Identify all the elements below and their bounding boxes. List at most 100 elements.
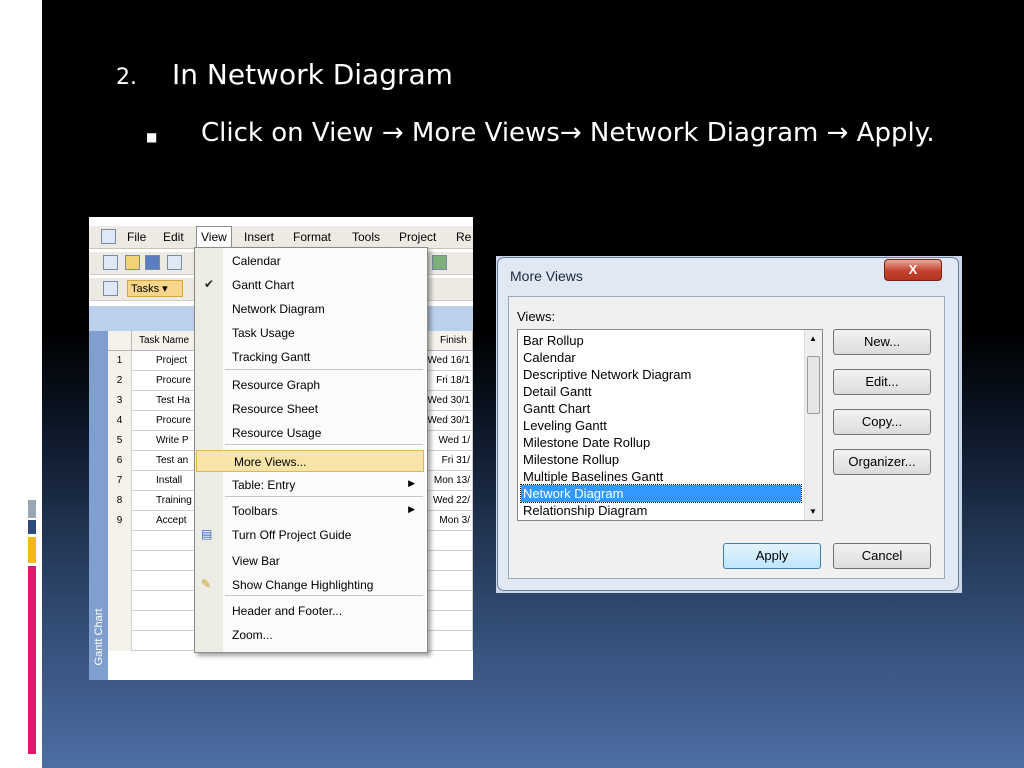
- menu-item-label: Network Diagram: [232, 302, 325, 316]
- row-id: [108, 591, 132, 611]
- menu-item-zoom[interactable]: Zoom...: [195, 624, 425, 646]
- menu-item-turn-off-project-guide[interactable]: ▤ Turn Off Project Guide: [195, 524, 425, 546]
- menu-item-header-and-footer[interactable]: Header and Footer...: [195, 600, 425, 622]
- menu-item-resource-graph[interactable]: Resource Graph: [195, 374, 425, 396]
- view-list-item[interactable]: Milestone Date Rollup: [521, 434, 801, 451]
- menu-item-gantt-chart[interactable]: ✔ Gantt Chart: [195, 274, 425, 296]
- slide-heading: 2. In Network Diagram: [116, 58, 453, 91]
- print-icon[interactable]: [167, 255, 182, 270]
- menu-item-label: Resource Usage: [232, 426, 322, 440]
- menu-item-label: Header and Footer...: [232, 604, 343, 618]
- row-id: 5: [108, 431, 132, 451]
- view-list-item[interactable]: Gantt Chart: [521, 400, 801, 417]
- open-icon[interactable]: [125, 255, 140, 270]
- slide-number: 2.: [116, 65, 137, 90]
- listbox-scrollbar[interactable]: ▲ ▼: [804, 330, 822, 520]
- view-list-item[interactable]: Calendar: [521, 349, 801, 366]
- menu-item-task-usage[interactable]: Task Usage: [195, 322, 425, 344]
- menu-bar: File Edit View Insert Format Tools Proje…: [89, 226, 473, 249]
- menu-tools[interactable]: Tools: [352, 230, 380, 244]
- close-button[interactable]: X: [884, 259, 942, 281]
- scroll-up-icon[interactable]: ▲: [809, 334, 817, 343]
- menu-item-resource-usage[interactable]: Resource Usage: [195, 422, 425, 444]
- view-list-item[interactable]: Leveling Gantt: [521, 417, 801, 434]
- view-list-item[interactable]: Descriptive Network Diagram: [521, 366, 801, 383]
- slide-heading-text: In Network Diagram: [172, 58, 453, 91]
- menu-report[interactable]: Re: [456, 230, 471, 244]
- view-list-item[interactable]: Detail Gantt: [521, 383, 801, 400]
- row-id: 2: [108, 371, 132, 391]
- menu-format[interactable]: Format: [293, 230, 331, 244]
- menu-edit[interactable]: Edit: [163, 230, 184, 244]
- tasks-dropdown-label: Tasks: [131, 283, 160, 295]
- more-views-dialog: More Views X Views: Bar Rollup Calendar De…: [496, 256, 962, 593]
- views-label: Views:: [517, 309, 556, 324]
- scroll-down-icon[interactable]: ▼: [809, 507, 817, 516]
- menu-separator: [225, 595, 423, 596]
- menu-view[interactable]: View: [196, 226, 232, 247]
- new-icon[interactable]: [103, 255, 118, 270]
- new-button[interactable]: New...: [833, 329, 931, 355]
- views-listbox[interactable]: Bar Rollup Calendar Descriptive Network Di…: [517, 329, 823, 521]
- table-icon[interactable]: [103, 281, 118, 296]
- decor-stripe-blue: [28, 520, 36, 534]
- view-list-item[interactable]: Network Diagram: [520, 484, 802, 503]
- cancel-button[interactable]: Cancel: [833, 543, 931, 569]
- menu-item-label: Task Usage: [232, 326, 295, 340]
- menu-item-tracking-gantt[interactable]: Tracking Gantt: [195, 346, 425, 368]
- tasks-dropdown[interactable]: Tasks ▾: [127, 280, 183, 297]
- bullet-square-icon: ■: [146, 130, 158, 144]
- submenu-arrow-icon: ▶: [408, 504, 415, 514]
- decor-stripe-gray: [28, 500, 36, 518]
- menu-item-view-bar[interactable]: View Bar: [195, 550, 425, 572]
- organizer-button[interactable]: Organizer...: [833, 449, 931, 475]
- app-icon: [101, 229, 116, 244]
- view-list-item[interactable]: Relationship Diagram: [521, 502, 801, 519]
- view-list-item[interactable]: Milestone Rollup: [521, 451, 801, 468]
- copy-button[interactable]: Copy...: [833, 409, 931, 435]
- menu-item-show-change-highlighting[interactable]: ✎ Show Change Highlighting: [195, 574, 425, 596]
- row-id: 4: [108, 411, 132, 431]
- save-icon[interactable]: [145, 255, 160, 270]
- header-id: [108, 331, 132, 351]
- row-id: [108, 551, 132, 571]
- menu-item-label: View Bar: [232, 554, 280, 568]
- menu-item-more-views[interactable]: More Views...: [196, 450, 424, 472]
- edit-button[interactable]: Edit...: [833, 369, 931, 395]
- menu-separator: [225, 369, 423, 370]
- apply-button[interactable]: Apply: [723, 543, 821, 569]
- menu-item-label: Calendar: [232, 254, 281, 268]
- row-id: 7: [108, 471, 132, 491]
- view-list-item[interactable]: Bar Rollup: [521, 332, 801, 349]
- menu-project[interactable]: Project: [399, 230, 436, 244]
- menu-item-label: Resource Sheet: [232, 402, 319, 416]
- decor-stripe-pink: [28, 566, 36, 754]
- menu-separator: [225, 444, 423, 445]
- menu-insert[interactable]: Insert: [244, 230, 274, 244]
- menu-file[interactable]: File: [127, 230, 146, 244]
- scroll-thumb[interactable]: [807, 356, 820, 414]
- link-icon[interactable]: [432, 255, 447, 270]
- view-bar-label: Gantt Chart: [93, 608, 105, 666]
- menu-item-table-entry[interactable]: Table: Entry ▶: [195, 474, 425, 496]
- dialog-client: Views: Bar Rollup Calendar Descriptive Net…: [508, 296, 945, 579]
- menu-item-label: Show Change Highlighting: [232, 578, 374, 592]
- menu-separator: [225, 496, 423, 497]
- row-id: [108, 531, 132, 551]
- menu-item-label: Tracking Gantt: [232, 350, 311, 364]
- row-id: [108, 631, 132, 651]
- menu-item-toolbars[interactable]: Toolbars ▶: [195, 500, 425, 522]
- menu-item-calendar[interactable]: Calendar: [195, 250, 425, 272]
- decor-bar: [20, 28, 29, 120]
- view-list-item[interactable]: Multiple Baselines Gantt: [521, 468, 801, 485]
- menu-item-label: Toolbars: [232, 504, 278, 518]
- view-bar[interactable]: Gantt Chart: [89, 331, 108, 680]
- row-id: [108, 571, 132, 591]
- decor-stripe-yellow: [28, 537, 36, 563]
- row-id: 3: [108, 391, 132, 411]
- row-id: 6: [108, 451, 132, 471]
- menu-item-label: Resource Graph: [232, 378, 321, 392]
- menu-item-network-diagram[interactable]: Network Diagram: [195, 298, 425, 320]
- menu-item-resource-sheet[interactable]: Resource Sheet: [195, 398, 425, 420]
- check-icon: ✔: [204, 277, 215, 291]
